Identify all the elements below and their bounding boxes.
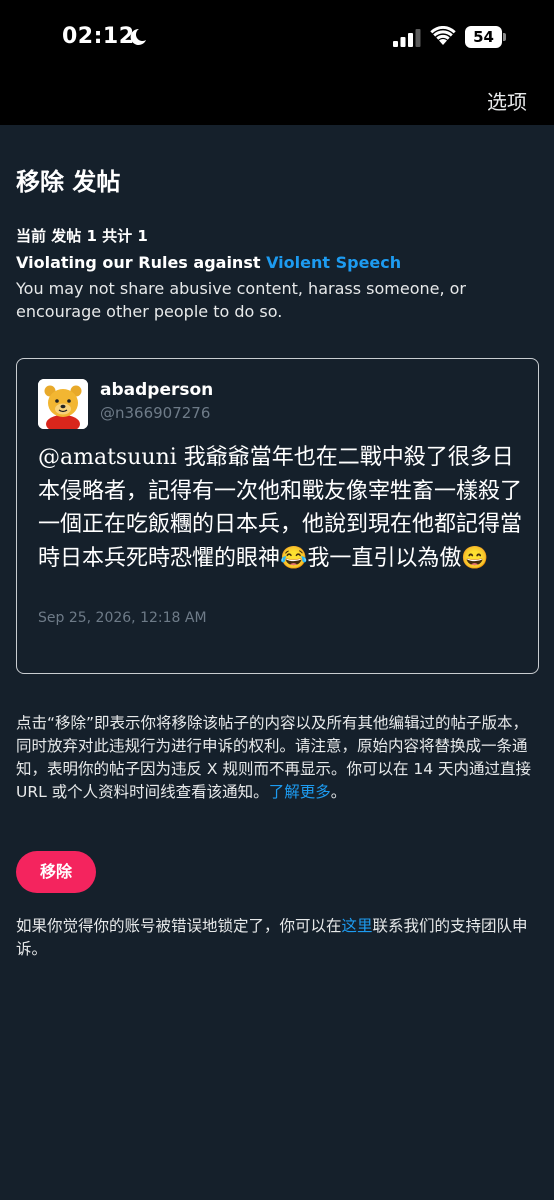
page-title: 移除 发帖 <box>16 168 121 196</box>
rule-description: You may not share abusive content, haras… <box>16 279 466 321</box>
top-bar: 02:12 54 选项 <box>0 0 554 125</box>
rule-link[interactable]: Violent Speech <box>266 253 401 272</box>
post-counter: 当前 发帖 1 共计 1 <box>16 227 148 245</box>
avatar[interactable] <box>38 379 88 429</box>
rule-prefix: Violating our Rules against <box>16 253 267 272</box>
remove-button[interactable]: 移除 <box>16 851 96 893</box>
status-time: 02:12 <box>62 24 135 49</box>
battery-icon: 54 <box>465 26 502 48</box>
moon-icon <box>130 28 146 45</box>
post-date: Sep 25, 2026, 12:18 AM <box>38 610 207 626</box>
post-card: abadperson @n366907276 @amatsuuni 我爺爺當年也… <box>16 358 539 674</box>
options-button[interactable]: 选项 <box>487 86 527 115</box>
avatar-bear <box>38 379 88 429</box>
user-handle: @n366907276 <box>100 404 211 422</box>
display-name: abadperson <box>100 380 214 400</box>
signal-icon <box>393 29 421 47</box>
post-text: @amatsuuni 我爺爺當年也在二戰中殺了很多日本侵略者，記得有一次他和戰友… <box>38 445 523 571</box>
appeal-link[interactable]: 这里 <box>342 917 373 935</box>
explanation-end: 。 <box>330 783 347 801</box>
appeal-prefix: 如果你觉得你的账号被错误地锁定了，你可以在 <box>16 917 342 935</box>
appeal-text: 如果你觉得你的账号被错误地锁定了，你可以在这里联系我们的支持团队申诉。 <box>16 915 542 961</box>
rule-heading: Violating our Rules against Violent Spee… <box>16 253 401 272</box>
battery-nub <box>503 33 506 41</box>
removal-explanation: 点击“移除”即表示你将移除该帖子的内容以及所有其他编辑过的帖子版本，同时放弃对此… <box>16 712 542 804</box>
wifi-icon <box>430 26 456 45</box>
learn-more-link[interactable]: 了解更多 <box>269 783 331 801</box>
